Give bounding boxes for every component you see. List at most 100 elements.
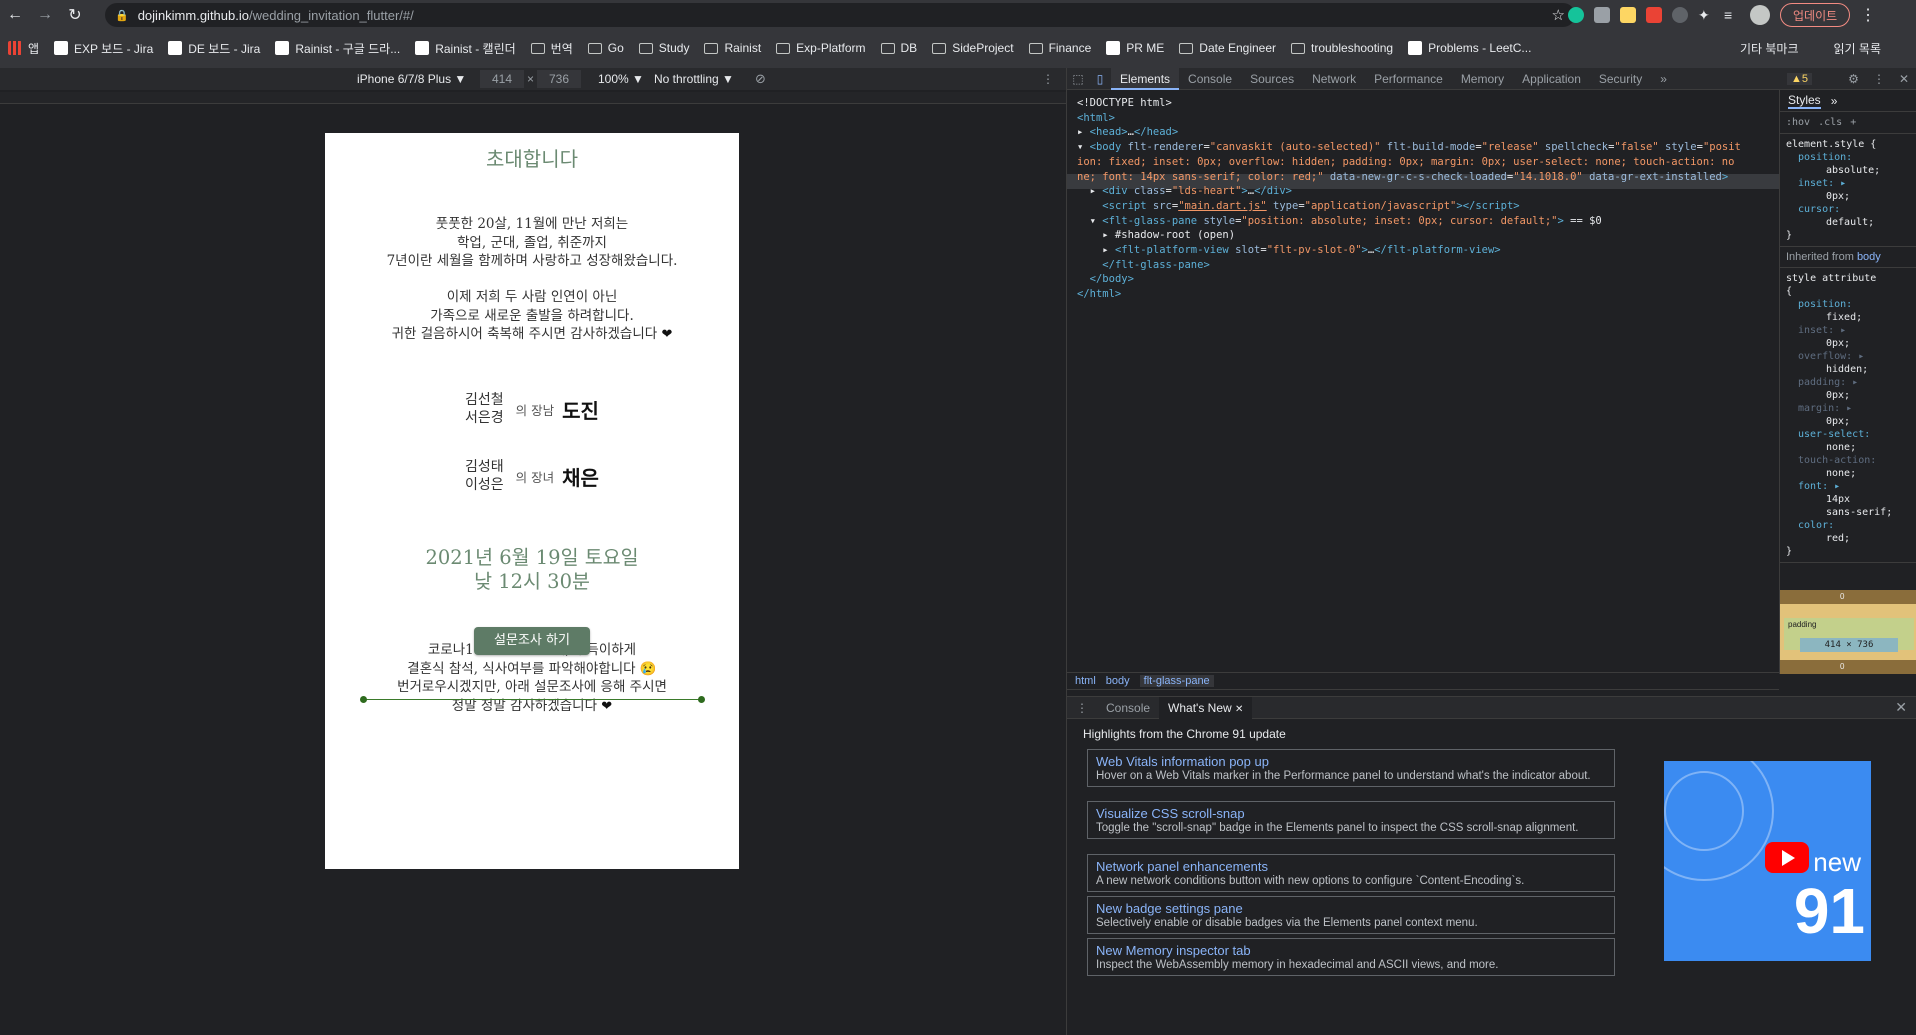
inherited-from-link[interactable]: body — [1857, 251, 1881, 263]
reading-list[interactable]: 읽기 목록 — [1834, 40, 1882, 57]
rotate-icon[interactable]: ⊘ — [755, 71, 766, 87]
dom-line[interactable]: </html> — [1077, 287, 1777, 302]
extension-icon[interactable] — [1620, 7, 1636, 23]
css-prop[interactable]: position: — [1786, 298, 1911, 311]
css-value[interactable]: none; — [1786, 441, 1911, 454]
css-value[interactable]: 0px; — [1786, 337, 1911, 350]
close-tab-icon[interactable]: ✕ — [1235, 704, 1243, 715]
bookmark-item[interactable]: Problems - LeetC... — [1408, 41, 1531, 55]
bookmark-item[interactable]: Exp-Platform — [776, 41, 866, 55]
bookmark-item[interactable]: 앱 — [8, 40, 39, 57]
style-attribute-rule[interactable]: style attribute { position: fixed; inset: … — [1780, 268, 1916, 563]
bookmark-item[interactable]: Date Engineer — [1179, 41, 1276, 55]
whats-new-card[interactable]: New badge settings pane Selectively enabl… — [1087, 896, 1615, 934]
puzzle-icon[interactable]: ✦ — [1698, 7, 1714, 23]
tab-performance[interactable]: Performance — [1365, 68, 1452, 90]
dom-line-selected[interactable]: ▾ <flt-glass-pane style="position: absol… — [1077, 214, 1777, 229]
css-value[interactable]: fixed; — [1786, 311, 1911, 324]
dom-line[interactable]: ▸ <flt-platform-view slot="flt-pv-slot-0… — [1077, 243, 1777, 258]
element-style-rule[interactable]: element.style { position: absolute; inse… — [1780, 134, 1916, 247]
bookmark-item[interactable]: Study — [638, 41, 689, 55]
dom-line[interactable]: <script src="main.dart.js" type="applica… — [1077, 199, 1777, 214]
css-prop[interactable]: padding: ▸ — [1786, 376, 1911, 389]
other-bookmarks[interactable]: 기타 북마크 — [1740, 40, 1799, 57]
css-value[interactable]: 0px; — [1786, 190, 1911, 203]
cls-toggle[interactable]: .cls — [1818, 117, 1842, 128]
zoom-select[interactable]: 100% ▼ — [598, 72, 644, 86]
extension-icon[interactable] — [1672, 7, 1688, 23]
extension-icon[interactable] — [1646, 7, 1662, 23]
css-value[interactable]: absolute; — [1786, 164, 1911, 177]
css-prop[interactable]: overflow: ▸ — [1786, 350, 1911, 363]
css-prop[interactable]: font: ▸ — [1786, 480, 1911, 493]
breadcrumb-html[interactable]: html — [1075, 675, 1096, 687]
menu-kebab-icon[interactable]: ⋮ — [1860, 5, 1876, 25]
survey-button[interactable]: 설문조사 하기 — [474, 627, 590, 655]
whats-new-card[interactable]: Web Vitals information pop up Hover on a … — [1087, 749, 1615, 787]
drawer-menu-icon[interactable]: ⋮ — [1067, 697, 1097, 719]
dom-line[interactable]: ▾ <body flt-renderer="canvaskit (auto-se… — [1077, 140, 1777, 155]
css-value[interactable]: 14px — [1786, 493, 1911, 506]
dom-line[interactable]: ▸ <head>…</head> — [1077, 125, 1777, 140]
whats-new-card-title[interactable]: New badge settings pane — [1096, 900, 1606, 917]
css-prop[interactable]: cursor: — [1786, 203, 1911, 216]
media-control-icon[interactable]: ≡ — [1724, 7, 1740, 23]
tab-sources[interactable]: Sources — [1241, 68, 1303, 90]
whats-new-card-title[interactable]: Network panel enhancements — [1096, 858, 1606, 875]
bookmark-item[interactable]: PR ME — [1106, 41, 1164, 55]
pocket-icon[interactable] — [1594, 7, 1610, 23]
bookmark-star-icon[interactable]: ☆ — [1552, 6, 1565, 24]
device-select[interactable]: iPhone 6/7/8 Plus ▼ — [357, 72, 466, 86]
bookmark-item[interactable]: Finance — [1028, 41, 1091, 55]
close-icon[interactable]: ✕ — [1899, 72, 1909, 86]
dom-line[interactable]: <html> — [1077, 111, 1777, 126]
tab-elements[interactable]: Elements — [1111, 67, 1180, 90]
width-input[interactable]: 414 — [480, 70, 524, 88]
back-arrow-icon[interactable]: ← — [0, 0, 30, 30]
whats-new-card-title[interactable]: New Memory inspector tab — [1096, 942, 1606, 959]
css-value[interactable]: none; — [1786, 467, 1911, 480]
bookmark-item[interactable]: troubleshooting — [1291, 41, 1393, 55]
dom-line[interactable]: </body> — [1077, 272, 1777, 287]
bookmark-item[interactable]: Rainist - 구글 드라... — [275, 40, 400, 57]
update-button[interactable]: 업데이트 — [1780, 3, 1851, 27]
css-prop[interactable]: user-select: — [1786, 428, 1911, 441]
settings-gear-icon[interactable]: ⚙ — [1848, 72, 1859, 86]
tab-network[interactable]: Network — [1303, 68, 1365, 90]
dom-line[interactable]: ▸ <div class="lds-heart">…</div> — [1077, 184, 1777, 199]
bookmark-item[interactable]: 번역 — [530, 40, 573, 57]
address-bar[interactable]: 🔒 dojinkimm.github.io/wedding_invitation… — [105, 3, 1575, 27]
throttling-select[interactable]: No throttling ▼ — [654, 72, 734, 86]
dom-line[interactable]: </flt-glass-pane> — [1077, 258, 1777, 273]
bookmark-item[interactable]: EXP 보드 - Jira — [54, 40, 153, 57]
device-more-icon[interactable]: ⋮ — [1042, 72, 1054, 86]
drawer-tab-console[interactable]: Console — [1097, 697, 1159, 719]
dom-line[interactable]: ▸ #shadow-root (open) — [1077, 228, 1777, 243]
dom-line[interactable]: ne; font: 14px sans-serif; color: red;" … — [1077, 170, 1777, 185]
css-value[interactable]: default; — [1786, 216, 1911, 229]
whats-new-card[interactable]: Network panel enhancements A new network … — [1087, 854, 1615, 892]
drawer-close-icon[interactable]: ✕ — [1895, 699, 1907, 716]
css-value[interactable]: 0px; — [1786, 389, 1911, 402]
tab-security[interactable]: Security — [1590, 68, 1651, 90]
bookmark-item[interactable]: Rainist - 캘린더 — [415, 40, 516, 57]
more-tabs[interactable]: » — [1651, 68, 1676, 90]
device-toggle-icon[interactable]: ▯ — [1089, 72, 1111, 86]
css-value[interactable]: 0px; — [1786, 415, 1911, 428]
warnings-badge[interactable]: ▲5 — [1787, 72, 1813, 85]
youtube-play-icon[interactable] — [1765, 842, 1809, 873]
whats-new-card-title[interactable]: Web Vitals information pop up — [1096, 753, 1606, 770]
css-prop[interactable]: touch-action: — [1786, 454, 1911, 467]
dom-line[interactable]: ion: fixed; inset: 0px; overflow: hidden… — [1077, 155, 1777, 170]
css-prop[interactable]: color: — [1786, 519, 1911, 532]
whats-new-card[interactable]: Visualize CSS scroll-snap Toggle the "scr… — [1087, 801, 1615, 839]
inspect-element-icon[interactable]: ⬚ — [1067, 72, 1089, 86]
css-value[interactable]: sans-serif; — [1786, 506, 1911, 519]
forward-arrow-icon[interactable]: → — [30, 0, 60, 30]
breadcrumb-flt-glass-pane[interactable]: flt-glass-pane — [1139, 675, 1214, 687]
whats-new-card[interactable]: New Memory inspector tab Inspect the WebA… — [1087, 938, 1615, 976]
chrome-91-video-thumbnail[interactable]: new 91 — [1664, 761, 1871, 961]
styles-more-tabs[interactable]: » — [1831, 94, 1838, 108]
tab-console[interactable]: Console — [1179, 68, 1241, 90]
reload-icon[interactable]: ↻ — [60, 0, 90, 30]
